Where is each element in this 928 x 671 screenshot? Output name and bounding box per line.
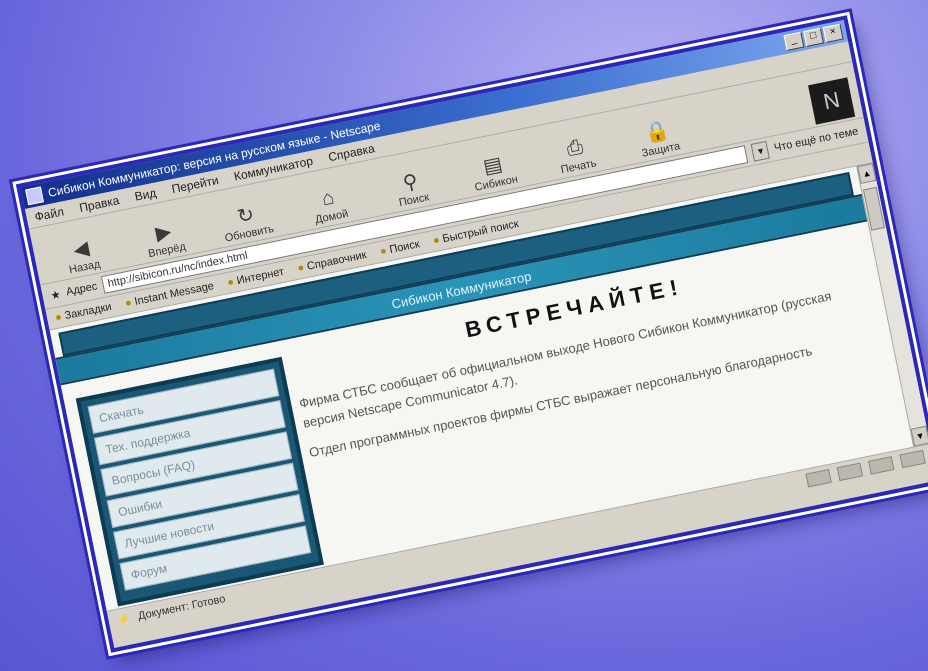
close-button[interactable]: ×: [822, 23, 844, 43]
menu-view[interactable]: Вид: [133, 186, 157, 204]
link-search-label: Поиск: [388, 238, 421, 257]
browser-window: Сибикон Коммуникатор: версия на русском …: [15, 15, 928, 653]
navigator-icon[interactable]: [805, 468, 832, 488]
page-nav: Скачать Тех. поддержка Вопросы (FAQ) Оши…: [75, 356, 324, 607]
address-dropdown[interactable]: ▼: [750, 140, 771, 162]
link-search[interactable]: ●Поиск: [379, 238, 421, 258]
composer-icon[interactable]: [868, 456, 895, 475]
maximize-button[interactable]: □: [803, 27, 824, 47]
address-label: Адрес: [65, 280, 99, 299]
minimize-button[interactable]: _: [783, 31, 805, 51]
connection-icon: ⚡: [115, 612, 132, 628]
scroll-up-button[interactable]: ▲: [857, 163, 877, 184]
discussions-icon[interactable]: [899, 449, 926, 469]
netscape-logo-icon: N: [808, 77, 856, 125]
app-icon: [25, 186, 44, 206]
scroll-down-button[interactable]: ▼: [910, 425, 928, 447]
menu-file[interactable]: Файл: [33, 204, 65, 224]
bookmarks-icon[interactable]: ★: [49, 287, 62, 302]
mail-icon[interactable]: [836, 462, 864, 482]
